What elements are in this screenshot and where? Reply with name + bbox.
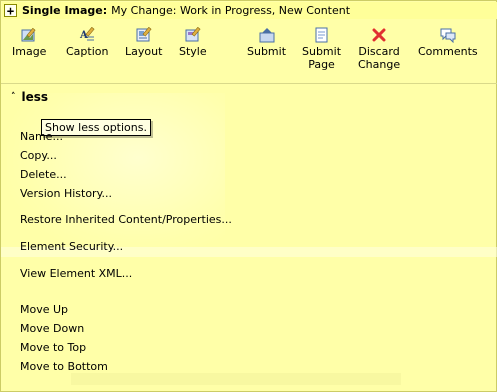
- discard-change-button[interactable]: Discard Change: [358, 27, 400, 71]
- discard-change-label-line1: Discard: [358, 45, 400, 58]
- expand-toggle-button[interactable]: +: [4, 4, 17, 17]
- menu-item-name[interactable]: Name...: [20, 130, 63, 143]
- toolbar: Image A Caption Layout Style Submit Subm…: [1, 23, 497, 81]
- menu-item-move-to-top[interactable]: Move to Top: [20, 341, 86, 354]
- title-bar: + Single Image: My Change: Work in Progr…: [2, 2, 497, 19]
- menu-item-view-element-xml[interactable]: View Element XML...: [20, 267, 132, 280]
- menu-item-move-up[interactable]: Move Up: [20, 303, 68, 316]
- discard-icon: [372, 28, 386, 42]
- element-type-label: Single Image:: [22, 4, 108, 17]
- comments-icon: [440, 28, 456, 43]
- comments-button-label: Comments: [418, 45, 478, 58]
- style-icon: [185, 27, 201, 42]
- menu-item-restore-inherited[interactable]: Restore Inherited Content/Properties...: [20, 213, 232, 226]
- menu-item-version-history[interactable]: Version History...: [20, 187, 112, 200]
- image-edit-icon: [21, 27, 36, 42]
- less-label: less: [21, 90, 49, 104]
- submit-page-icon: [315, 27, 328, 43]
- background-caption-ghost: [71, 373, 401, 385]
- submit-button[interactable]: Submit: [247, 27, 286, 58]
- toolbar-divider: [1, 83, 497, 84]
- submit-page-button[interactable]: Submit Page: [302, 27, 341, 71]
- menu-item-copy[interactable]: Copy...: [20, 149, 57, 162]
- element-editor-panel: + Single Image: My Change: Work in Progr…: [0, 0, 497, 392]
- submit-page-label-line2: Page: [308, 58, 335, 71]
- caption-edit-icon: A: [79, 27, 95, 41]
- style-button[interactable]: Style: [179, 27, 207, 58]
- less-options-toggle[interactable]: ˄ less: [11, 90, 48, 104]
- menu-item-delete[interactable]: Delete...: [20, 168, 67, 181]
- menu-item-move-down[interactable]: Move Down: [20, 322, 84, 335]
- change-status-text: My Change: Work in Progress, New Content: [111, 4, 351, 17]
- svg-text:A: A: [79, 30, 88, 41]
- caption-button[interactable]: A Caption: [66, 27, 108, 58]
- collapse-arrow-icon: ˄: [11, 92, 16, 102]
- discard-change-label-line2: Change: [358, 58, 401, 71]
- layout-icon: [136, 27, 152, 42]
- style-button-label: Style: [179, 45, 207, 58]
- menu-item-element-security[interactable]: Element Security...: [20, 240, 123, 253]
- submit-button-label: Submit: [247, 45, 287, 58]
- menu-item-move-to-bottom[interactable]: Move to Bottom: [20, 360, 108, 373]
- submit-page-label-line1: Submit: [302, 45, 342, 58]
- layout-button[interactable]: Layout: [125, 27, 162, 58]
- image-button[interactable]: Image: [12, 27, 46, 58]
- submit-icon: [259, 28, 275, 43]
- image-button-label: Image: [12, 45, 47, 58]
- layout-button-label: Layout: [125, 45, 163, 58]
- caption-button-label: Caption: [66, 45, 109, 58]
- comments-button[interactable]: Comments: [418, 27, 478, 58]
